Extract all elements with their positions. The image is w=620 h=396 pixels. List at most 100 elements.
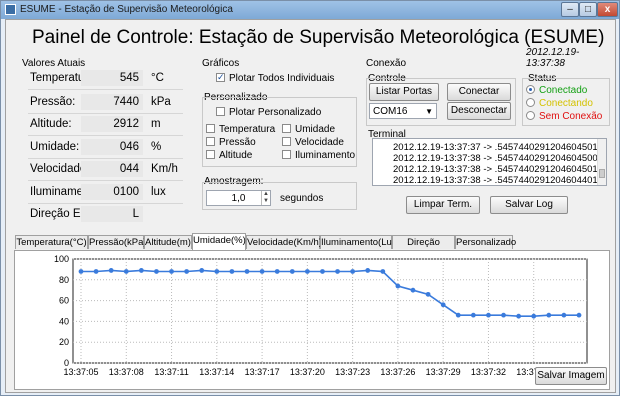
spin-down-icon[interactable]: ▼ — [262, 198, 270, 205]
data-point — [410, 287, 416, 293]
data-point — [214, 269, 220, 274]
value-readout: 044 — [81, 161, 143, 177]
option-checkbox[interactable]: Pressão — [206, 137, 256, 148]
checkbox-icon — [216, 107, 225, 116]
status-radio[interactable]: Conectado — [526, 85, 587, 96]
data-point — [274, 269, 280, 274]
values-group-label: Valores Atuais — [22, 58, 86, 69]
data-point — [123, 269, 129, 274]
minimize-button[interactable]: – — [561, 2, 579, 17]
option-checkbox[interactable]: Umidade — [282, 124, 335, 135]
tab-0[interactable]: Temperatura(°C) — [15, 235, 88, 249]
data-point — [289, 269, 295, 274]
checkbox-checked-icon — [216, 72, 225, 83]
connect-button[interactable]: Conectar — [447, 83, 511, 101]
close-button[interactable]: x — [597, 2, 618, 17]
value-readout: 2912 — [81, 116, 143, 132]
checkbox-icon — [282, 124, 291, 133]
sampling-spinner[interactable]: ▲ ▼ — [261, 191, 270, 205]
checkbox-icon — [282, 137, 291, 146]
option-checkbox[interactable]: Iluminamento — [282, 150, 355, 161]
data-point — [561, 312, 567, 318]
data-point — [229, 269, 235, 274]
value-readout: L — [81, 206, 143, 222]
x-tick-label: 13:37:20 — [290, 367, 325, 377]
tab-6[interactable]: Direção Eólica — [392, 235, 455, 261]
status-radio[interactable]: Conectando — [526, 98, 593, 109]
checkbox-icon — [282, 150, 291, 159]
divider — [28, 113, 183, 114]
tab-3[interactable]: Umidade(%) — [192, 233, 246, 250]
data-point — [108, 268, 114, 273]
value-unit: kPa — [151, 96, 171, 108]
data-point — [259, 269, 265, 274]
y-tick-label: 80 — [59, 275, 69, 285]
x-tick-label: 13:37:26 — [380, 367, 415, 377]
checkbox-icon — [206, 124, 215, 133]
data-point — [350, 269, 356, 274]
data-point — [138, 268, 144, 273]
data-point — [169, 269, 174, 274]
option-checkbox[interactable]: Temperatura — [206, 124, 275, 135]
plot-custom-label: Plotar Personalizado — [229, 107, 322, 118]
divider — [28, 135, 183, 136]
terminal-scrollbar[interactable] — [597, 139, 606, 185]
maximize-button[interactable]: □ — [579, 2, 597, 17]
option-checkbox[interactable]: Altitude — [206, 150, 252, 161]
plot-all-label: Plotar Todos Individuais — [229, 73, 335, 84]
data-point — [184, 269, 190, 274]
radio-icon — [526, 98, 535, 107]
tab-7[interactable]: Personalizado — [455, 235, 516, 249]
status-label: Conectando — [539, 98, 593, 109]
terminal-line: 2012.12.19-13:37:37 -> .5457440291204604… — [393, 142, 607, 153]
disconnect-button[interactable]: Desconectar — [447, 102, 511, 120]
divider — [28, 89, 183, 90]
x-tick-label: 13:37:17 — [245, 367, 280, 377]
data-point — [440, 302, 446, 308]
plot-all-checkbox[interactable]: Plotar Todos Individuais — [216, 72, 335, 84]
terminal-line: 2012.12.19-13:37:38 -> .5457440291204604… — [393, 153, 607, 164]
terminal-output[interactable]: 2012.12.19-13:37:37 -> .5457440291204604… — [372, 138, 607, 186]
spin-up-icon[interactable]: ▲ — [262, 191, 270, 198]
chevron-down-icon[interactable]: ▼ — [425, 104, 433, 119]
value-readout: 0100 — [81, 184, 143, 200]
plot-custom-checkbox[interactable]: Plotar Personalizado — [216, 107, 321, 118]
tab-5[interactable]: Iluminamento(Lux) — [320, 235, 400, 249]
save-log-button[interactable]: Salvar Log — [490, 196, 568, 214]
connection-group-label: Conexão — [366, 58, 407, 69]
value-unit: m — [151, 118, 161, 130]
window-title: ESUME - Estação de Supervisão Meteorológ… — [20, 4, 233, 15]
option-checkbox[interactable]: Velocidade — [282, 137, 344, 148]
value-unit: °C — [151, 72, 164, 84]
y-tick-label: 100 — [54, 254, 69, 264]
data-point — [531, 313, 537, 319]
port-select-value: COM16 — [373, 106, 408, 117]
option-label: Pressão — [219, 137, 256, 148]
port-select[interactable]: COM16 ▼ — [369, 103, 437, 119]
save-image-button[interactable]: Salvar Imagem — [535, 367, 607, 385]
scroll-thumb[interactable] — [599, 169, 605, 178]
data-point — [576, 312, 582, 318]
x-tick-label: 13:37:14 — [199, 367, 234, 377]
value-readout: 545 — [81, 70, 143, 86]
y-tick-label: 60 — [59, 296, 69, 306]
x-tick-label: 13:37:23 — [335, 367, 370, 377]
data-point — [425, 291, 431, 297]
list-ports-button[interactable]: Listar Portas — [369, 83, 439, 101]
tab-1[interactable]: Pressão(kPa) — [88, 235, 147, 249]
tab-2[interactable]: Altitude(m) — [144, 235, 192, 249]
value-readout: 046 — [81, 139, 143, 155]
option-label: Iluminamento — [295, 150, 356, 161]
data-point — [455, 312, 461, 318]
title-bar[interactable]: ESUME - Estação de Supervisão Meteorológ… — [1, 1, 619, 19]
value-unit: lux — [151, 186, 166, 198]
tab-4[interactable]: Velocidade(Km/h) — [246, 235, 322, 249]
value-unit: Km/h — [151, 163, 178, 175]
x-tick-label: 13:37:08 — [109, 367, 144, 377]
charts-group-label: Gráficos — [202, 58, 240, 69]
terminal-line: 2012.12.19-13:37:38 -> .5457440291204604… — [393, 175, 607, 186]
divider — [28, 203, 183, 204]
app-icon — [5, 4, 16, 15]
clear-terminal-button[interactable]: Limpar Term. — [406, 196, 480, 214]
status-radio[interactable]: Sem Conexão — [526, 111, 602, 122]
